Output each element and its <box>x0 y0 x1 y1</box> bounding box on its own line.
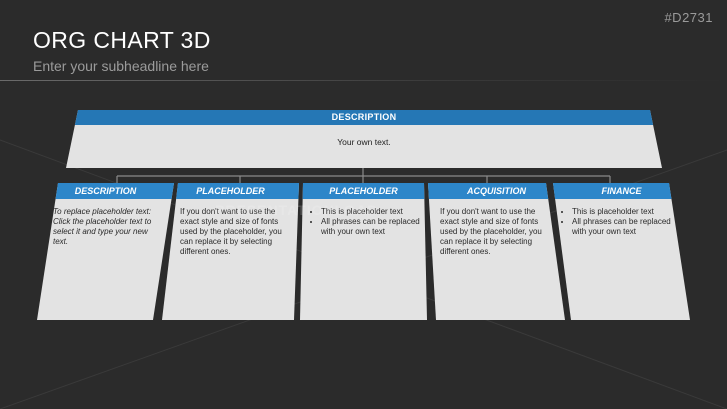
card-text: This is placeholder text All phrases can… <box>563 207 673 237</box>
card-header: PLACEHOLDER <box>300 183 427 199</box>
card-header: ACQUISITION <box>428 183 565 199</box>
card-acquisition[interactable]: ACQUISITION If you don't want to use the… <box>428 183 565 320</box>
card-header: PLACEHOLDER <box>162 183 299 199</box>
card-text: If you don't want to use the exact style… <box>440 207 542 256</box>
card-bullet: All phrases can be replaced with your ow… <box>321 217 420 237</box>
watermark: PRESENTATIONLOAD <box>215 202 379 218</box>
card-description[interactable]: DESCRIPTION To replace placeholder text:… <box>37 183 174 320</box>
card-text: To replace placeholder text: Click the p… <box>53 207 152 246</box>
card-bullet: This is placeholder text <box>572 207 673 217</box>
card-finance[interactable]: FINANCE This is placeholder text All phr… <box>553 183 690 320</box>
card-bullet: All phrases can be replaced with your ow… <box>572 217 673 237</box>
